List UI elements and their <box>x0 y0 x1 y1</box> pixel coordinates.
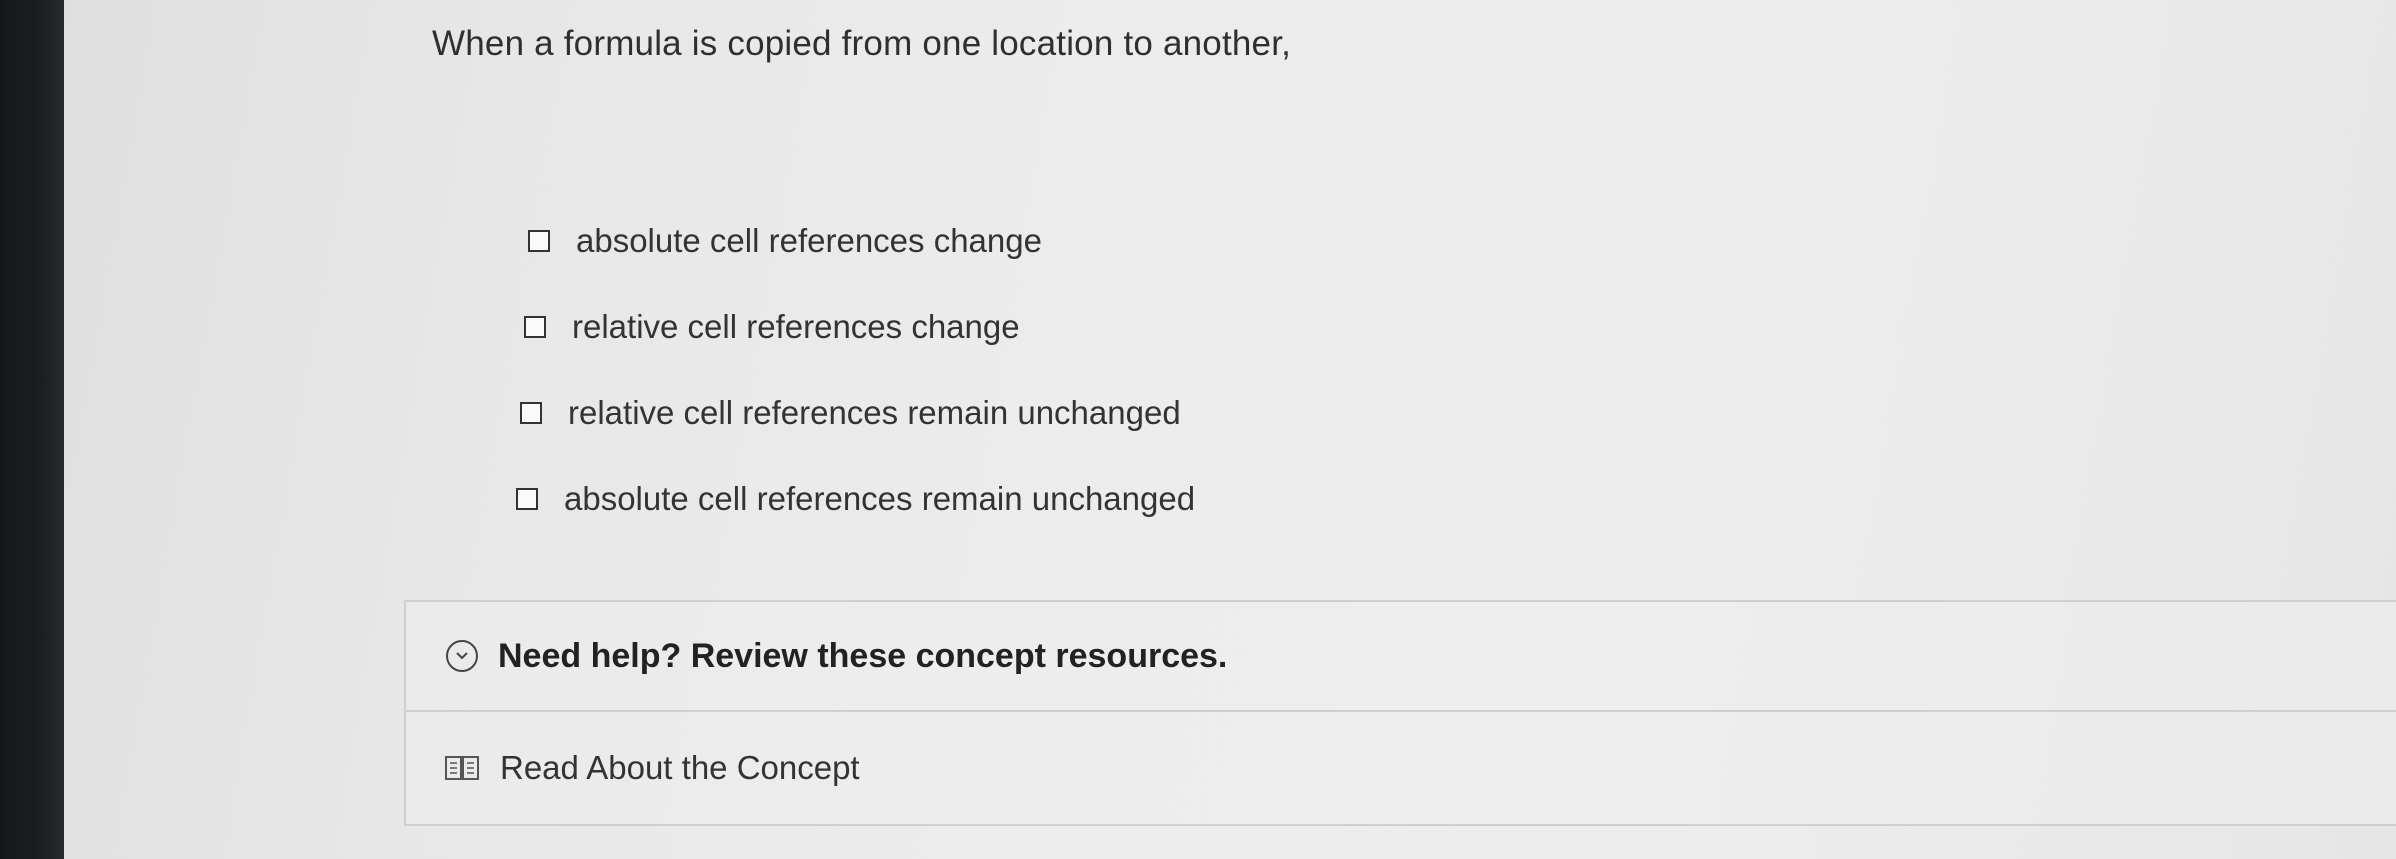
book-icon <box>444 753 480 783</box>
checkbox[interactable] <box>524 316 546 338</box>
help-title: Need help? Review these concept resource… <box>498 636 1228 675</box>
screen-bezel <box>0 0 64 859</box>
read-about-concept-link[interactable]: Read About the Concept <box>406 710 2396 826</box>
answer-options: absolute cell references change relative… <box>516 198 1420 542</box>
help-toggle[interactable]: Need help? Review these concept resource… <box>406 602 2396 712</box>
checkbox[interactable] <box>516 488 538 510</box>
option-relative-change[interactable]: relative cell references change <box>524 284 1424 370</box>
option-label: absolute cell references remain unchange… <box>564 480 1196 517</box>
help-panel: Need help? Review these concept resource… <box>404 600 2396 826</box>
option-relative-unchanged[interactable]: relative cell references remain unchange… <box>520 370 1420 456</box>
chevron-down-icon <box>446 640 478 672</box>
resource-label: Read About the Concept <box>500 749 860 786</box>
checkbox[interactable] <box>528 230 550 252</box>
option-label: absolute cell references change <box>576 222 1042 259</box>
option-absolute-unchanged[interactable]: absolute cell references remain unchange… <box>516 456 1416 542</box>
checkbox[interactable] <box>520 402 542 424</box>
option-label: relative cell references change <box>572 308 1020 345</box>
option-absolute-change[interactable]: absolute cell references change <box>528 198 1428 284</box>
question-text: When a formula is copied from one locati… <box>432 24 1292 63</box>
option-label: relative cell references remain unchange… <box>568 394 1181 431</box>
